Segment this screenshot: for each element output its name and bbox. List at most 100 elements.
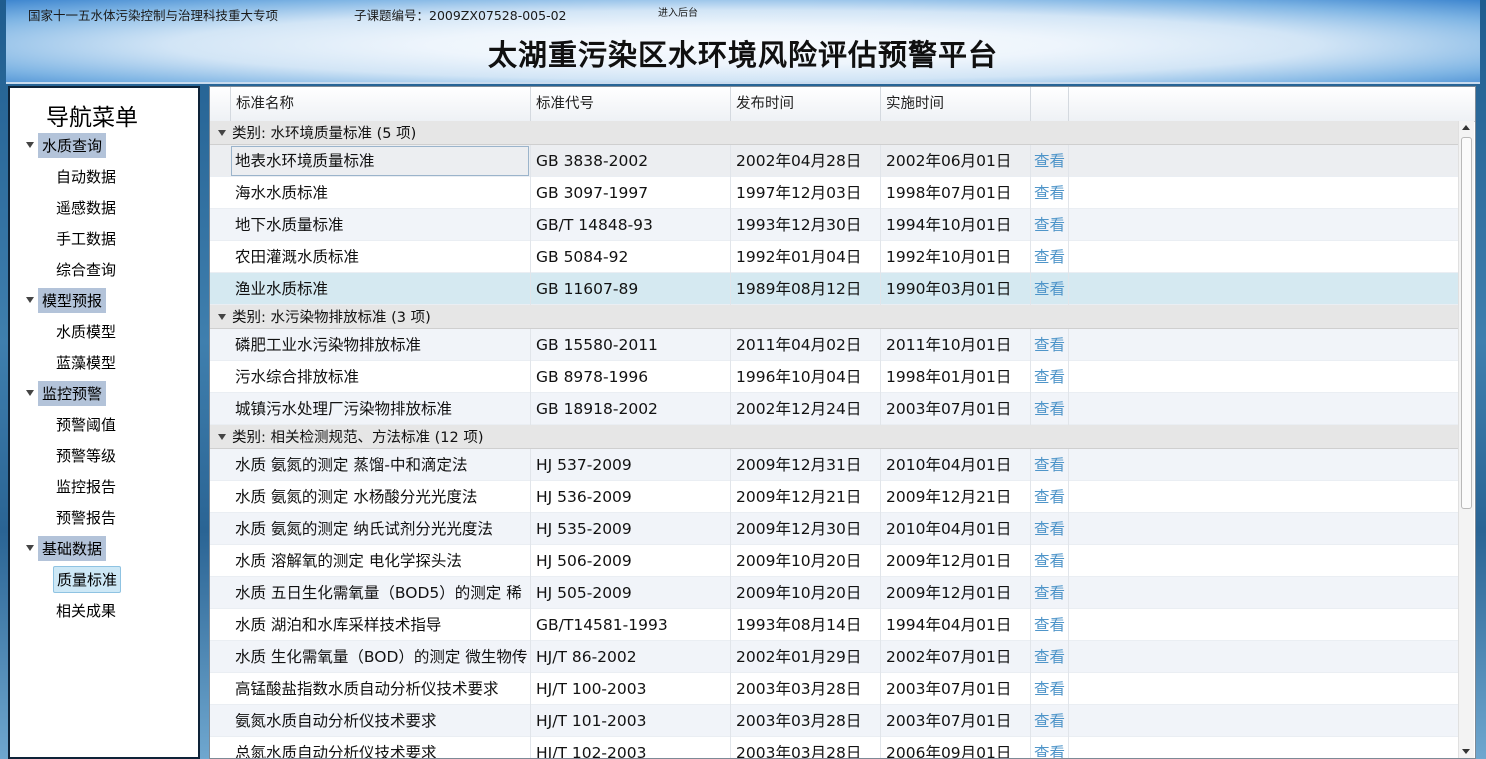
cell-effective[interactable]: 1992年10月01日 <box>881 241 1031 273</box>
table-row[interactable]: 水质 五日生化需氧量（BOD5）的测定 稀 HJ 505-2009 2009年10月… <box>210 577 1459 609</box>
nav-item-combined-query[interactable]: 综合查询 <box>54 257 118 282</box>
table-row[interactable]: 城镇污水处理厂污染物排放标准 GB 18918-2002 2002年12月24日 20… <box>210 393 1459 425</box>
cell-code[interactable]: HJ 506-2009 <box>531 545 731 577</box>
view-link[interactable]: 查看 <box>1031 145 1069 177</box>
cell-published[interactable]: 2002年12月24日 <box>731 393 881 425</box>
view-link[interactable]: 查看 <box>1031 273 1069 305</box>
nav-item-manual-data[interactable]: 手工数据 <box>54 226 118 251</box>
expand-triangle-icon[interactable] <box>26 545 34 551</box>
cell-code[interactable]: HJ/T 101-2003 <box>531 705 731 737</box>
nav-item-quality-standard[interactable]: 质量标准 <box>53 566 122 593</box>
cell-code[interactable]: HJ/T 102-2003 <box>531 737 731 758</box>
cell-name[interactable]: 高锰酸盐指数水质自动分析仪技术要求 <box>230 673 531 705</box>
nav-item-related-results[interactable]: 相关成果 <box>54 598 118 623</box>
cell-code[interactable]: HJ 535-2009 <box>531 513 731 545</box>
table-row[interactable]: 海水水质标准 GB 3097-1997 1997年12月03日 1998年07月01日… <box>210 177 1459 209</box>
cell-published[interactable]: 2003年03月28日 <box>731 673 881 705</box>
cell-effective[interactable]: 1990年03月01日 <box>881 273 1031 305</box>
expand-triangle-icon[interactable] <box>26 390 34 396</box>
view-link[interactable]: 查看 <box>1031 609 1069 641</box>
group-row[interactable]: 类别: 水环境质量标准 (5 项) <box>210 121 1459 145</box>
cell-name[interactable]: 水质 氨氮的测定 蒸馏-中和滴定法 <box>230 449 531 481</box>
expand-triangle-icon[interactable] <box>26 142 34 148</box>
cell-name[interactable]: 渔业水质标准 <box>230 273 531 305</box>
table-row[interactable]: 农田灌溉水质标准 GB 5084-92 1992年01月04日 1992年10月01日… <box>210 241 1459 273</box>
table-row[interactable]: 总氮水质自动分析仪技术要求 HJ/T 102-2003 2003年03月28日 200… <box>210 737 1459 758</box>
table-row[interactable]: 水质 氨氮的测定 水杨酸分光光度法 HJ 536-2009 2009年12月21日 2… <box>210 481 1459 513</box>
cell-published[interactable]: 2009年12月21日 <box>731 481 881 513</box>
scroll-up-arrow-icon[interactable] <box>1462 125 1470 130</box>
cell-name[interactable]: 污水综合排放标准 <box>230 361 531 393</box>
cell-code[interactable]: GB/T 14848-93 <box>531 209 731 241</box>
collapse-triangle-icon[interactable] <box>218 313 226 320</box>
cell-effective[interactable]: 2003年07月01日 <box>881 705 1031 737</box>
cell-name[interactable]: 城镇污水处理厂污染物排放标准 <box>230 393 531 425</box>
cell-code[interactable]: GB 11607-89 <box>531 273 731 305</box>
view-link[interactable]: 查看 <box>1031 329 1069 361</box>
cell-effective[interactable]: 2009年12月21日 <box>881 481 1031 513</box>
cell-effective[interactable]: 2003年07月01日 <box>881 393 1031 425</box>
table-row[interactable]: 氨氮水质自动分析仪技术要求 HJ/T 101-2003 2003年03月28日 200… <box>210 705 1459 737</box>
table-row[interactable]: 水质 氨氮的测定 蒸馏-中和滴定法 HJ 537-2009 2009年12月31日 2… <box>210 449 1459 481</box>
cell-effective[interactable]: 2009年12月01日 <box>881 545 1031 577</box>
table-row[interactable]: 地表水环境质量标准 GB 3838-2002 2002年04月28日 2002年06月… <box>210 145 1459 177</box>
cell-published[interactable]: 2009年12月31日 <box>731 449 881 481</box>
view-link[interactable]: 查看 <box>1031 361 1069 393</box>
table-row[interactable]: 水质 生化需氧量（BOD）的测定 微生物传 HJ/T 86-2002 2002年01… <box>210 641 1459 673</box>
view-link[interactable]: 查看 <box>1031 673 1069 705</box>
nav-item-warning-level[interactable]: 预警等级 <box>54 443 118 468</box>
cell-published[interactable]: 2011年04月02日 <box>731 329 881 361</box>
expand-triangle-icon[interactable] <box>26 297 34 303</box>
cell-effective[interactable]: 2006年09月01日 <box>881 737 1031 758</box>
collapse-triangle-icon[interactable] <box>218 433 226 440</box>
column-header-published[interactable]: 发布时间 <box>731 87 881 121</box>
nav-item-warning-report[interactable]: 预警报告 <box>54 505 118 530</box>
view-link[interactable]: 查看 <box>1031 737 1069 758</box>
nav-group-monitor[interactable]: 监控预警 <box>26 380 107 406</box>
cell-effective[interactable]: 2009年12月01日 <box>881 577 1031 609</box>
group-row[interactable]: 类别: 水污染物排放标准 (3 项) <box>210 305 1459 329</box>
nav-item-monitor-report[interactable]: 监控报告 <box>54 474 118 499</box>
view-link[interactable]: 查看 <box>1031 209 1069 241</box>
cell-name[interactable]: 水质 氨氮的测定 水杨酸分光光度法 <box>230 481 531 513</box>
cell-published[interactable]: 2003年03月28日 <box>731 737 881 758</box>
cell-code[interactable]: GB 18918-2002 <box>531 393 731 425</box>
view-link[interactable]: 查看 <box>1031 641 1069 673</box>
cell-effective[interactable]: 2011年10月01日 <box>881 329 1031 361</box>
cell-published[interactable]: 1989年08月12日 <box>731 273 881 305</box>
cell-name[interactable]: 氨氮水质自动分析仪技术要求 <box>230 705 531 737</box>
cell-code[interactable]: GB 3097-1997 <box>531 177 731 209</box>
table-row[interactable]: 水质 溶解氧的测定 电化学探头法 HJ 506-2009 2009年10月20日 20… <box>210 545 1459 577</box>
table-row[interactable]: 磷肥工业水污染物排放标准 GB 15580-2011 2011年04月02日 2011… <box>210 329 1459 361</box>
cell-code[interactable]: HJ 537-2009 <box>531 449 731 481</box>
vertical-scrollbar[interactable] <box>1458 121 1474 758</box>
nav-group-model[interactable]: 模型预报 <box>26 287 107 313</box>
view-link[interactable]: 查看 <box>1031 577 1069 609</box>
cell-effective[interactable]: 2010年04月01日 <box>881 449 1031 481</box>
cell-code[interactable]: HJ 536-2009 <box>531 481 731 513</box>
nav-item-water-model[interactable]: 水质模型 <box>54 319 118 344</box>
view-link[interactable]: 查看 <box>1031 481 1069 513</box>
cell-published[interactable]: 2002年04月28日 <box>731 145 881 177</box>
cell-published[interactable]: 1993年08月14日 <box>731 609 881 641</box>
collapse-triangle-icon[interactable] <box>218 129 226 136</box>
cell-code[interactable]: GB/T14581-1993 <box>531 609 731 641</box>
view-link[interactable]: 查看 <box>1031 545 1069 577</box>
cell-name[interactable]: 磷肥工业水污染物排放标准 <box>230 329 531 361</box>
view-link[interactable]: 查看 <box>1031 449 1069 481</box>
cell-name[interactable]: 农田灌溉水质标准 <box>230 241 531 273</box>
cell-name[interactable]: 总氮水质自动分析仪技术要求 <box>230 737 531 758</box>
table-row[interactable]: 水质 湖泊和水库采样技术指导 GB/T14581-1993 1993年08月14日 1… <box>210 609 1459 641</box>
view-link[interactable]: 查看 <box>1031 705 1069 737</box>
cell-effective[interactable]: 2002年06月01日 <box>881 145 1031 177</box>
cell-effective[interactable]: 1994年10月01日 <box>881 209 1031 241</box>
cell-name[interactable]: 水质 氨氮的测定 纳氏试剂分光光度法 <box>230 513 531 545</box>
group-row[interactable]: 类别: 相关检测规范、方法标准 (12 项) <box>210 425 1459 449</box>
table-row[interactable]: 渔业水质标准 GB 11607-89 1989年08月12日 1990年03月01日查… <box>210 273 1459 305</box>
cell-code[interactable]: GB 3838-2002 <box>531 145 731 177</box>
cell-published[interactable]: 1997年12月03日 <box>731 177 881 209</box>
cell-published[interactable]: 2003年03月28日 <box>731 705 881 737</box>
view-link[interactable]: 查看 <box>1031 393 1069 425</box>
cell-published[interactable]: 2009年12月30日 <box>731 513 881 545</box>
table-row[interactable]: 水质 氨氮的测定 纳氏试剂分光光度法 HJ 535-2009 2009年12月30日… <box>210 513 1459 545</box>
